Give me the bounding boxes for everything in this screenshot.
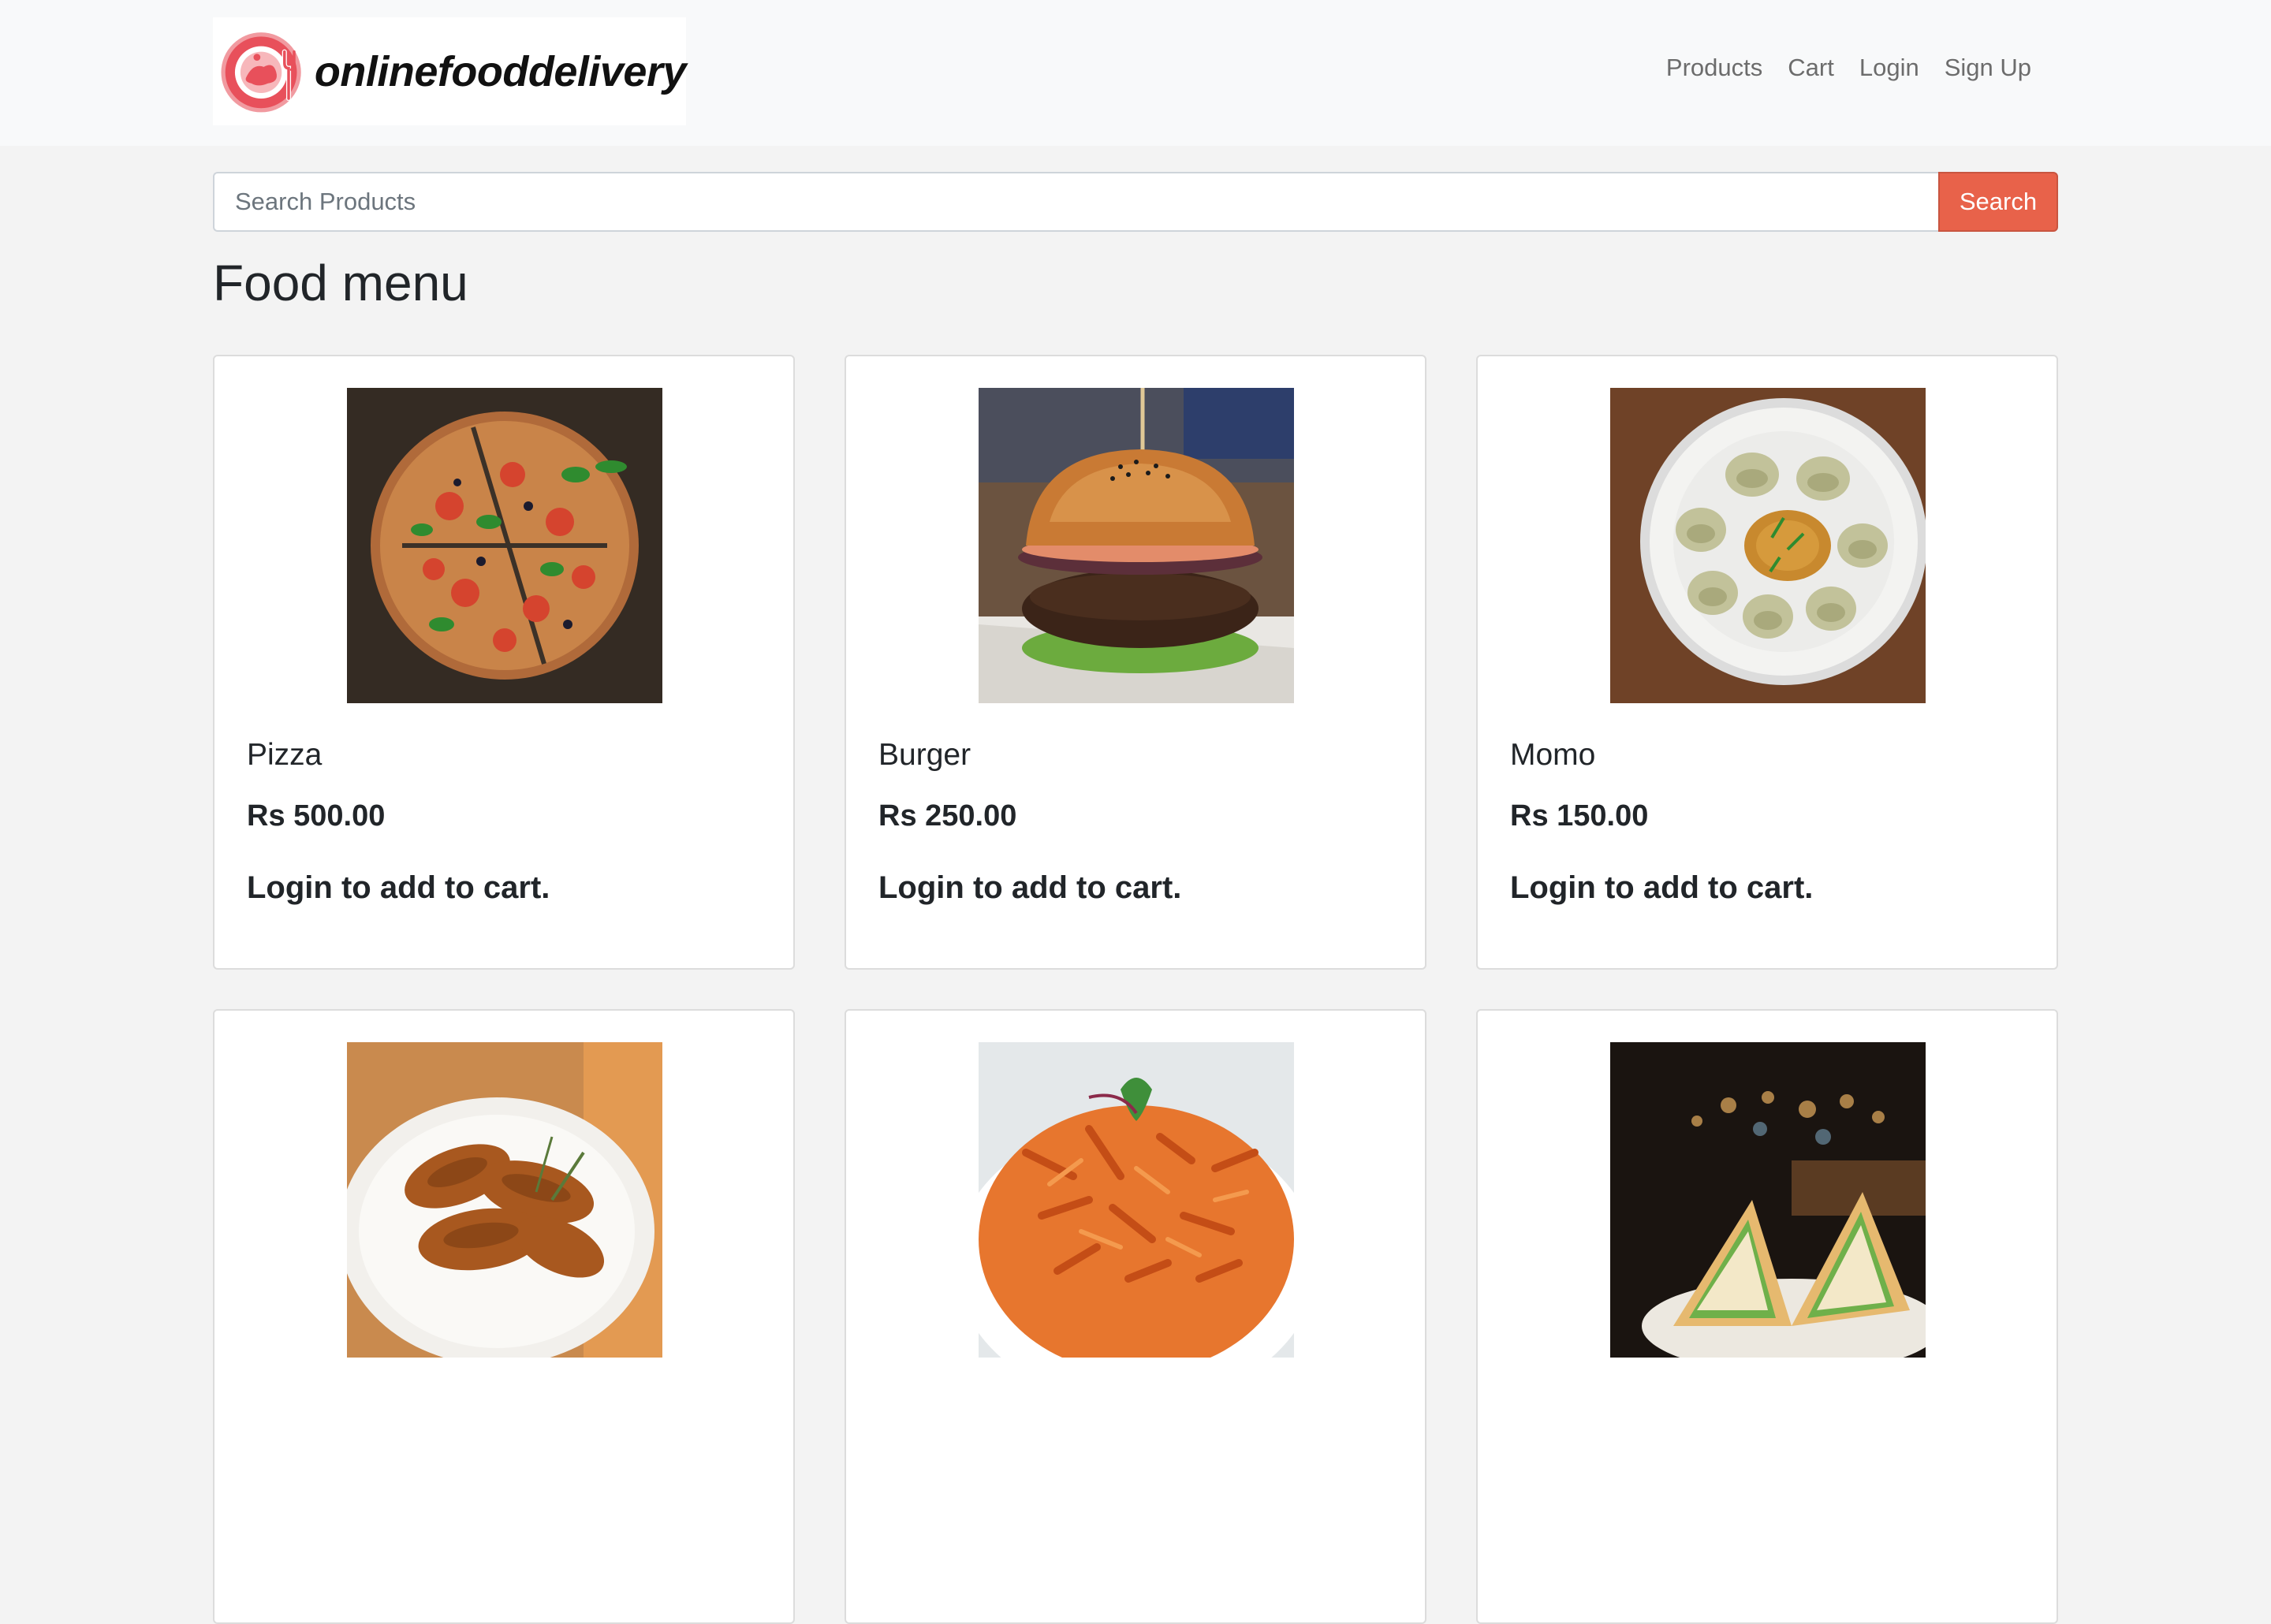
pasta-photo bbox=[979, 1042, 1294, 1358]
product-grid: Pizza Rs 500.00 Login to add to cart. Bu… bbox=[213, 355, 2058, 1624]
login-to-add-text: Login to add to cart. bbox=[878, 870, 1182, 905]
brand-name: onlinefooddelivery bbox=[314, 47, 687, 95]
nav-cart-link[interactable]: Cart bbox=[1775, 49, 1847, 87]
search-button[interactable]: Search bbox=[1938, 172, 2058, 232]
nav-products-link[interactable]: Products bbox=[1654, 49, 1775, 87]
product-name: Momo bbox=[1510, 738, 1596, 772]
login-to-add-text: Login to add to cart. bbox=[1510, 870, 1814, 905]
product-card-sandwich bbox=[1476, 1009, 2058, 1624]
product-name: Burger bbox=[878, 738, 971, 772]
burger-photo bbox=[979, 388, 1294, 703]
product-card-pasta bbox=[845, 1009, 1426, 1624]
sandwich-photo bbox=[1610, 1042, 1926, 1358]
chicken-wings-photo bbox=[347, 1042, 662, 1358]
pizza-photo bbox=[347, 388, 662, 703]
nav-links: Products Cart Login Sign Up bbox=[1654, 49, 2044, 87]
nav-signup-link[interactable]: Sign Up bbox=[1932, 49, 2044, 87]
brand-logo-link[interactable]: onlinefooddelivery bbox=[213, 17, 687, 125]
product-card-momo: Momo Rs 150.00 Login to add to cart. bbox=[1476, 355, 2058, 970]
brand-logo-icon bbox=[221, 32, 301, 113]
search-form: Search bbox=[213, 172, 2058, 232]
product-price: Rs 500.00 bbox=[247, 799, 386, 832]
product-card-burger: Burger Rs 250.00 Login to add to cart. bbox=[845, 355, 1426, 970]
nav-login-link[interactable]: Login bbox=[1847, 49, 1932, 87]
page-title: Food menu bbox=[213, 255, 468, 311]
navbar: onlinefooddelivery Products Cart Login S… bbox=[0, 0, 2271, 146]
momo-photo bbox=[1610, 388, 1926, 703]
login-to-add-text: Login to add to cart. bbox=[247, 870, 550, 905]
product-card-chicken bbox=[213, 1009, 795, 1624]
product-card-pizza: Pizza Rs 500.00 Login to add to cart. bbox=[213, 355, 795, 970]
product-price: Rs 250.00 bbox=[878, 799, 1017, 832]
product-name: Pizza bbox=[247, 738, 323, 772]
search-input[interactable] bbox=[213, 172, 1938, 232]
product-price: Rs 150.00 bbox=[1510, 799, 1649, 832]
